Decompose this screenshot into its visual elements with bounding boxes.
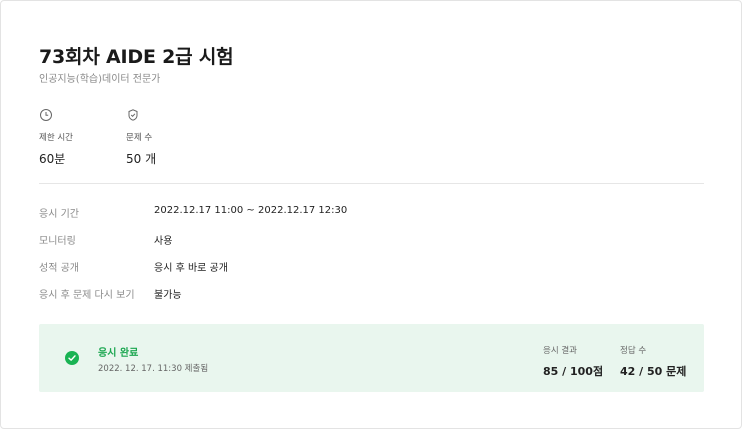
question-count-label: 문제 수 (126, 133, 153, 143)
question-count-value: 50 개 (126, 152, 157, 166)
exam-title: 73회차 AIDE 2급 시험 (39, 46, 234, 68)
question-count-block: 문제 수 50 개 (126, 107, 206, 167)
status-text: 응시 완료 (98, 348, 139, 359)
check-circle-icon (65, 351, 79, 365)
time-limit-value: 60분 (39, 152, 66, 166)
time-limit-label: 제한 시간 (39, 133, 73, 143)
correct-count-label: 정답 수 (620, 346, 647, 356)
exam-result-label: 응시 결과 (543, 346, 577, 356)
exam-card: 73회차 AIDE 2급 시험 인공지능(학습)데이터 전문가 제한 시간 60… (0, 0, 742, 429)
exam-result-block: 응시 결과 85 / 100점 (543, 344, 603, 379)
submitted-time: 2022. 12. 17. 11:30 제출됨 (98, 364, 209, 374)
time-limit-block: 제한 시간 60분 (39, 107, 119, 167)
info-label: 응시 후 문제 다시 보기 (39, 290, 135, 301)
info-value: 응시 후 바로 공개 (154, 263, 228, 274)
info-value: 2022.12.17 11:00 ~ 2022.12.17 12:30 (154, 205, 348, 216)
exam-result-value: 85 / 100점 (543, 365, 604, 378)
exam-subtitle: 인공지능(학습)데이터 전문가 (39, 74, 161, 85)
info-label: 모니터링 (39, 236, 76, 247)
divider (39, 183, 704, 184)
correct-count-value: 42 / 50 문제 (620, 365, 687, 378)
info-label: 응시 기간 (39, 209, 79, 220)
info-value: 불가능 (154, 290, 182, 301)
clock-icon (39, 107, 53, 121)
shield-check-icon (126, 107, 140, 121)
correct-count-block: 정답 수 42 / 50 문제 (620, 344, 686, 379)
info-value: 사용 (154, 236, 173, 247)
result-panel: 응시 완료 2022. 12. 17. 11:30 제출됨 응시 결과 85 /… (39, 324, 704, 392)
info-label: 성적 공개 (39, 263, 79, 274)
